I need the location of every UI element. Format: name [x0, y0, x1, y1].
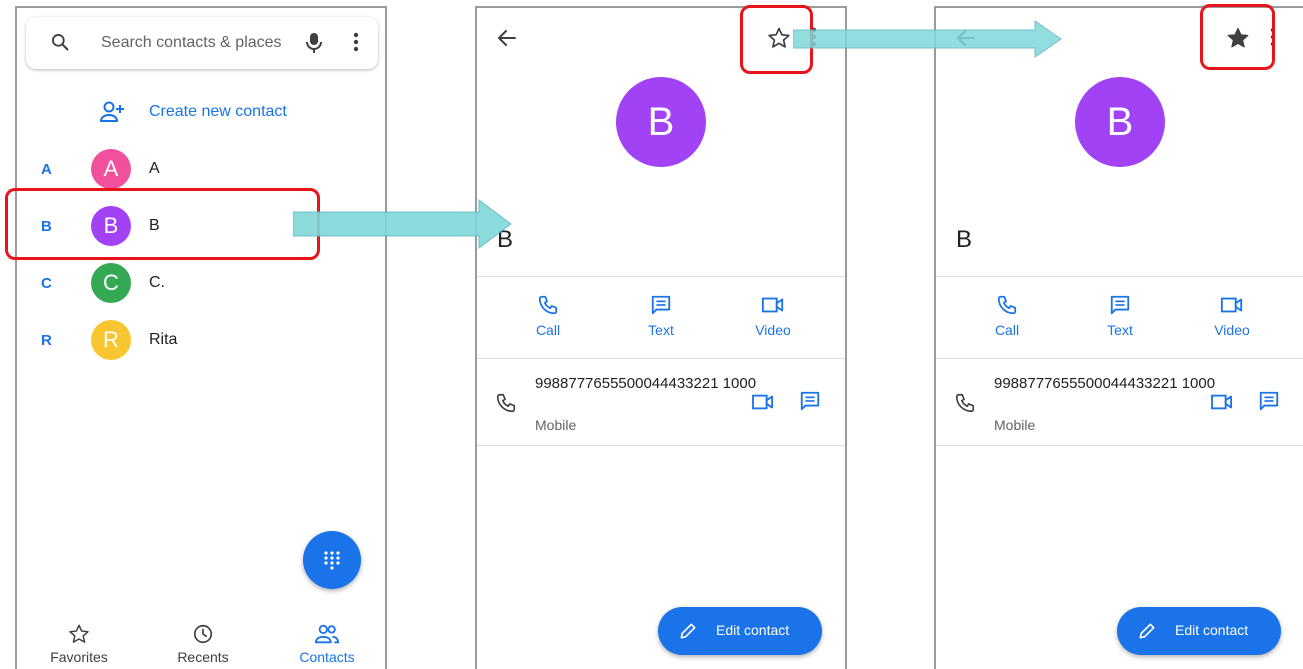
- people-icon: [315, 624, 339, 644]
- text-label: Text: [648, 322, 674, 338]
- back-arrow-icon[interactable]: [495, 26, 519, 50]
- contact-detail-screen: B B Call Text Video 99887776555000444332…: [475, 6, 847, 669]
- message-icon[interactable]: [799, 390, 821, 412]
- search-bar[interactable]: Search contacts & places: [26, 17, 378, 69]
- contact-name: C.: [149, 274, 165, 291]
- add-person-icon: [99, 101, 124, 122]
- call-action[interactable]: Call: [508, 294, 588, 338]
- index-letter: C: [41, 275, 52, 292]
- phone-number[interactable]: 9988777655500044433221 1000: [535, 374, 765, 393]
- search-input[interactable]: Search contacts & places: [101, 34, 282, 52]
- video-icon: [761, 297, 784, 313]
- index-letter: R: [41, 332, 52, 349]
- video-label: Video: [1214, 322, 1250, 338]
- nav-recents[interactable]: Recents: [141, 609, 265, 669]
- divider: [477, 358, 845, 359]
- video-icon[interactable]: [751, 392, 775, 412]
- phone-type: Mobile: [994, 417, 1036, 433]
- video-action[interactable]: Video: [1192, 294, 1272, 338]
- call-action[interactable]: Call: [967, 294, 1047, 338]
- nav-contacts-label: Contacts: [299, 649, 355, 665]
- contact-detail-starred-screen: B B Call Text Video 99887776555000444332…: [934, 6, 1303, 669]
- video-icon[interactable]: [1210, 392, 1234, 412]
- video-action[interactable]: Video: [733, 294, 813, 338]
- edit-contact-label: Edit contact: [1175, 622, 1249, 638]
- create-new-contact-label: Create new contact: [149, 103, 287, 120]
- nav-favorites-label: Favorites: [50, 649, 108, 665]
- contact-name: Rita: [149, 331, 178, 348]
- highlight-contact-b: [5, 188, 320, 260]
- divider: [936, 276, 1303, 277]
- pencil-icon: [1139, 623, 1155, 639]
- contact-row-c[interactable]: C C C.: [17, 260, 385, 308]
- contact-avatar: B: [616, 77, 706, 167]
- nav-favorites[interactable]: Favorites: [17, 609, 141, 669]
- edit-contact-button[interactable]: Edit contact: [658, 607, 822, 655]
- contact-avatar: B: [1075, 77, 1165, 167]
- call-label: Call: [994, 322, 1020, 338]
- edit-contact-button[interactable]: Edit contact: [1117, 607, 1281, 655]
- text-action[interactable]: Text: [1080, 294, 1160, 338]
- bottom-navigation: Favorites Recents Contacts: [17, 609, 385, 669]
- avatar: R: [91, 320, 131, 360]
- clock-icon: [193, 624, 213, 644]
- pencil-icon: [680, 623, 696, 639]
- contact-name: B: [956, 226, 973, 253]
- avatar: C: [91, 263, 131, 303]
- nav-recents-label: Recents: [177, 649, 229, 665]
- index-letter: A: [41, 161, 52, 178]
- contact-row-rita[interactable]: R R Rita: [17, 317, 385, 365]
- message-icon: [1110, 295, 1130, 315]
- dialpad-button[interactable]: [303, 531, 361, 589]
- contact-row-a[interactable]: A A A: [17, 146, 385, 194]
- mic-icon[interactable]: [304, 31, 324, 55]
- call-label: Call: [535, 322, 561, 338]
- divider: [936, 445, 1303, 446]
- phone-icon: [955, 393, 975, 413]
- message-icon: [651, 295, 671, 315]
- divider: [936, 358, 1303, 359]
- search-icon: [52, 34, 69, 51]
- edit-contact-label: Edit contact: [716, 622, 790, 638]
- more-options-icon[interactable]: [353, 31, 359, 53]
- dialpad-icon: [324, 551, 340, 570]
- video-label: Video: [755, 322, 791, 338]
- text-action[interactable]: Text: [621, 294, 701, 338]
- divider: [477, 276, 845, 277]
- flow-arrow-icon: [793, 20, 1062, 58]
- highlight-starred-button: [1200, 4, 1275, 70]
- message-icon[interactable]: [1258, 390, 1280, 412]
- video-icon: [1220, 297, 1243, 313]
- flow-arrow-icon: [293, 199, 512, 249]
- phone-icon: [538, 295, 558, 315]
- text-label: Text: [1107, 322, 1133, 338]
- contacts-list-screen: Search contacts & places Create new cont…: [15, 6, 387, 669]
- avatar: A: [91, 149, 131, 189]
- phone-number[interactable]: 9988777655500044433221 1000: [994, 374, 1224, 393]
- contact-name: A: [149, 160, 160, 177]
- divider: [477, 445, 845, 446]
- star-icon: [69, 624, 89, 643]
- phone-icon: [496, 393, 516, 413]
- phone-icon: [997, 295, 1017, 315]
- nav-contacts[interactable]: Contacts: [265, 609, 385, 669]
- phone-type: Mobile: [535, 417, 577, 433]
